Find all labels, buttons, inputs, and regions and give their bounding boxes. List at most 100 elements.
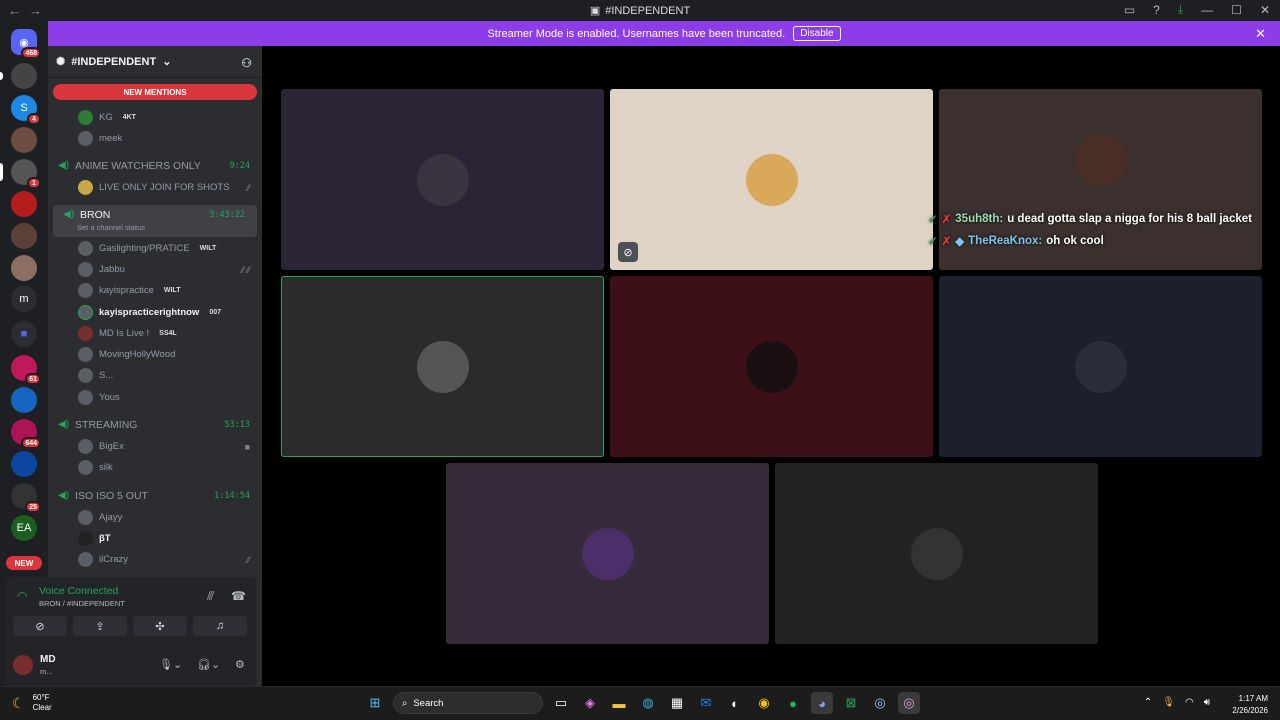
- clan-tag: 007: [209, 309, 221, 316]
- close-window-button[interactable]: ✕: [1260, 3, 1270, 17]
- participant-tile[interactable]: [446, 463, 769, 644]
- microphone-icon[interactable]: 🎙︎⌄: [159, 658, 182, 671]
- voice-channel-streaming[interactable]: ◀) STREAMING 53:13: [48, 414, 262, 435]
- voice-user[interactable]: kayispracticerightnow 007: [48, 302, 262, 323]
- voice-status[interactable]: Voice Connected: [39, 585, 118, 597]
- server-icon[interactable]: 1: [0, 159, 41, 189]
- server-icon[interactable]: [0, 63, 37, 89]
- server-icon[interactable]: [11, 223, 37, 249]
- channel-status[interactable]: Set a channel status: [77, 223, 145, 232]
- xbox-icon[interactable]: ⊠: [840, 692, 862, 714]
- disable-button[interactable]: Disable: [793, 26, 841, 41]
- server-icon[interactable]: 644: [11, 419, 41, 449]
- participant-avatar: [1074, 133, 1127, 186]
- close-banner-icon[interactable]: ✕: [1255, 26, 1266, 42]
- spotify-icon[interactable]: ●: [782, 692, 804, 714]
- folder-icon[interactable]: ■: [11, 321, 37, 347]
- download-icon[interactable]: ⤓: [1178, 2, 1183, 17]
- participant-tile[interactable]: ⊘: [610, 89, 933, 270]
- search-box[interactable]: ⌕ Search: [393, 692, 543, 714]
- participant-tile[interactable]: [939, 276, 1262, 457]
- voice-user[interactable]: BigEx ■: [48, 436, 262, 457]
- gear-icon[interactable]: ⚙: [235, 658, 245, 671]
- participant-tile[interactable]: [775, 463, 1098, 644]
- voice-user[interactable]: Ajayy: [48, 507, 262, 528]
- edge-icon[interactable]: ◍: [637, 692, 659, 714]
- voice-channel-bron[interactable]: ◀) BRON 3:43:22 Set a channel status: [53, 205, 257, 237]
- server-icon[interactable]: [11, 191, 37, 217]
- voice-user[interactable]: MD Is Live ! SS4L: [48, 323, 262, 344]
- voice-user[interactable]: meek: [48, 128, 262, 149]
- voice-user[interactable]: MovingHollyWood: [48, 344, 262, 365]
- chrome-icon[interactable]: ◉: [753, 692, 775, 714]
- obs-icon[interactable]: ◎: [898, 692, 920, 714]
- voice-user[interactable]: ilCrazy ⁄⁄: [48, 549, 262, 570]
- clock[interactable]: 1:17 AM 2/26/2026: [1232, 693, 1268, 717]
- new-unreads-pill[interactable]: NEW: [6, 556, 42, 570]
- headphones-icon[interactable]: 🎧︎⌄: [197, 658, 220, 671]
- server-icon[interactable]: 25: [11, 483, 41, 513]
- voice-user[interactable]: Gaslighting/PRATICE WILT: [48, 238, 262, 259]
- server-header[interactable]: ✺ #INDEPENDENT ⌄ ⚇: [48, 46, 262, 78]
- participant-tile[interactable]: [610, 276, 933, 457]
- server-icon[interactable]: EA: [11, 515, 37, 541]
- server-icon[interactable]: [11, 127, 37, 153]
- forward-arrow-icon[interactable]: →: [29, 3, 42, 18]
- participant-tile[interactable]: [281, 89, 604, 270]
- voice-location[interactable]: BRON / #INDEPENDENT: [39, 599, 125, 608]
- app-icon[interactable]: ◐: [724, 692, 746, 714]
- voice-user[interactable]: Yous: [48, 387, 262, 408]
- avatar[interactable]: [13, 655, 33, 675]
- store-icon[interactable]: ▦: [666, 692, 688, 714]
- voice-user[interactable]: βT: [48, 528, 262, 549]
- discord-icon[interactable]: ◕: [811, 692, 833, 714]
- participant-tile[interactable]: [281, 276, 604, 457]
- screen-share-icon[interactable]: ▭: [1124, 3, 1135, 17]
- screen-share-button[interactable]: ⇪: [73, 616, 127, 636]
- volume-icon[interactable]: 🔊︎: [1204, 697, 1210, 708]
- window-title: #INDEPENDENT: [605, 4, 691, 17]
- voice-user[interactable]: kayispractice WILT: [48, 280, 262, 301]
- voice-channel-iso[interactable]: ◀) ISO ISO 5 OUT 1:14:54: [48, 485, 262, 506]
- voice-user[interactable]: silk: [48, 457, 262, 478]
- server-icon[interactable]: [11, 387, 37, 413]
- home-button[interactable]: ◉ 468: [11, 29, 41, 59]
- server-icon[interactable]: [11, 255, 37, 281]
- server-icon[interactable]: [11, 451, 37, 477]
- back-arrow-icon[interactable]: ←: [8, 3, 21, 18]
- voice-user[interactable]: LIVE ONLY JOIN FOR SHOTS ⁄⁄: [48, 177, 262, 198]
- voice-channel-anime[interactable]: ◀) ANIME WATCHERS ONLY 9:24: [48, 155, 262, 176]
- server-icon[interactable]: S4: [11, 95, 41, 125]
- camera-button[interactable]: ⊘: [13, 616, 67, 636]
- voice-user[interactable]: Jabbu ⁄⁄ ⁄⁄: [48, 259, 262, 280]
- check-icon: ✓: [928, 214, 938, 226]
- minimize-button[interactable]: —: [1201, 3, 1213, 17]
- connection-icon[interactable]: ◠: [17, 589, 27, 603]
- noise-suppression-icon[interactable]: ⫻: [207, 589, 214, 604]
- unread-badge: 4: [27, 113, 41, 125]
- start-button[interactable]: ⊞: [364, 692, 386, 714]
- soundboard-button[interactable]: ♫: [193, 616, 247, 636]
- voice-user[interactable]: S...: [48, 365, 262, 386]
- voice-user[interactable]: KG 4KT: [48, 107, 262, 128]
- disconnect-icon[interactable]: ☎: [231, 589, 246, 603]
- microphone-icon[interactable]: 🎙︎: [1162, 697, 1175, 708]
- server-name: #INDEPENDENT: [71, 55, 157, 68]
- weather-widget[interactable]: ☾ 60°F Clear: [12, 693, 52, 713]
- outlook-icon[interactable]: ✉: [695, 692, 717, 714]
- copilot-icon[interactable]: ◈: [579, 692, 601, 714]
- help-icon[interactable]: ?: [1153, 3, 1160, 17]
- chevron-up-icon[interactable]: ⌃: [1144, 697, 1152, 708]
- task-view-icon[interactable]: ▭: [550, 692, 572, 714]
- steam-icon[interactable]: ◎: [869, 692, 891, 714]
- avatar: [78, 262, 93, 277]
- maximize-button[interactable]: ☐: [1231, 3, 1242, 17]
- activities-button[interactable]: ✣: [133, 616, 187, 636]
- wifi-icon[interactable]: ◠: [1185, 697, 1194, 708]
- user-panel: ◠ Voice Connected BRON / #INDEPENDENT ⫻ …: [5, 577, 257, 686]
- server-icon[interactable]: m: [11, 286, 37, 312]
- server-icon[interactable]: 61: [11, 355, 41, 385]
- file-explorer-icon[interactable]: ▬: [608, 692, 630, 714]
- new-mentions-bar[interactable]: NEW MENTIONS: [53, 84, 257, 100]
- invite-icon[interactable]: ⚇: [241, 56, 252, 70]
